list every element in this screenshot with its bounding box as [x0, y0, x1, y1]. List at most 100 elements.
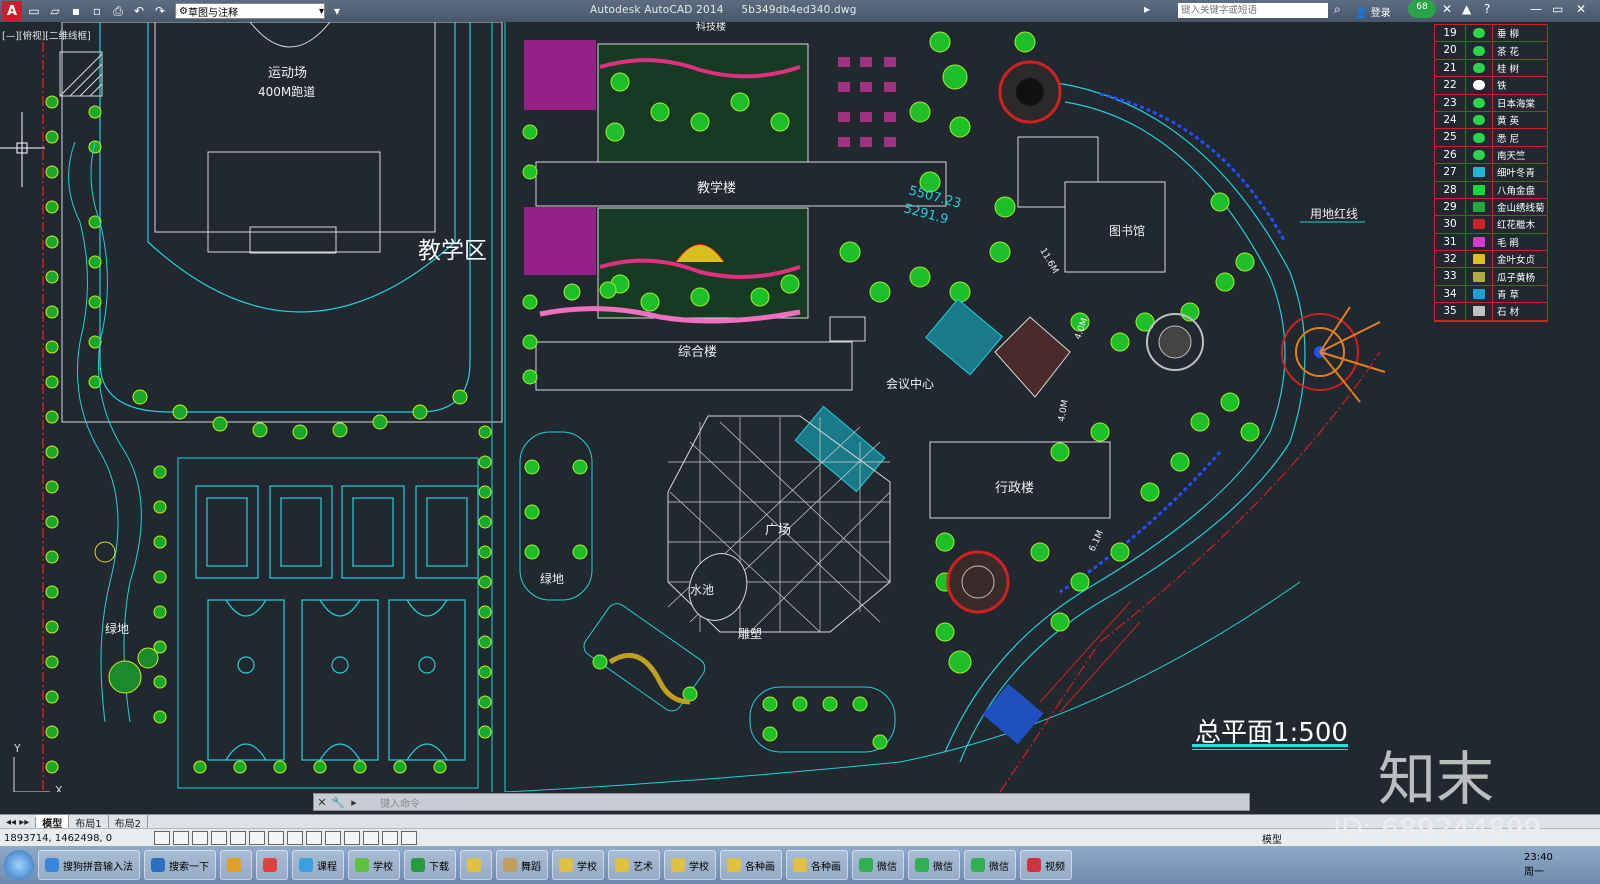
taskbar-item[interactable]: 学校	[552, 850, 604, 880]
taskbar-item-label: 舞蹈	[521, 861, 541, 873]
taskbar-item[interactable]: 艺术	[608, 850, 660, 880]
legend-symbol-icon	[1466, 94, 1493, 111]
command-input[interactable]: 键入命令	[380, 795, 420, 810]
legend-row: 35 石 材	[1435, 303, 1547, 321]
taskbar-item[interactable]	[460, 850, 492, 880]
app-icon	[1027, 858, 1041, 872]
taskbar-item[interactable]: 学校	[348, 850, 400, 880]
taskbar-item[interactable]: 课程	[292, 850, 344, 880]
taskbar-item[interactable]: 学校	[664, 850, 716, 880]
taskbar-item[interactable]: 搜狗拼音输入法	[38, 850, 140, 880]
legend-symbol-icon	[1466, 251, 1493, 268]
search-icon[interactable]: ⌕	[1334, 2, 1341, 17]
quick-props-icon[interactable]	[363, 831, 379, 845]
grid-icon[interactable]	[173, 831, 189, 845]
legend-label: 红花檵木	[1497, 220, 1536, 232]
taskbar-item[interactable]: 各种画	[720, 850, 782, 880]
minimize-icon[interactable]: —	[1530, 2, 1542, 16]
taskbar-item[interactable]: 各种画	[786, 850, 848, 880]
taskbar-item-label: 各种画	[745, 861, 775, 873]
legend-symbol-icon	[1466, 42, 1493, 59]
legend-symbol-icon	[1466, 77, 1493, 94]
label-sports-field: 运动场	[268, 66, 307, 81]
help-icon[interactable]: ?	[1484, 2, 1490, 16]
legend-label: 铁	[1497, 81, 1507, 93]
legend-row: 30 红花檵木	[1435, 216, 1547, 234]
title-underline	[1192, 744, 1348, 747]
legend-row: 33 瓜子黄杨	[1435, 268, 1547, 286]
legend-row: 21 桂 树	[1435, 59, 1547, 78]
nav-arrows-icon[interactable]: ◂◂ ▸▸	[0, 816, 37, 828]
taskbar-item[interactable]: 微信	[908, 850, 960, 880]
workspace-select[interactable]: ⚙ 草图与注释 ▾	[175, 3, 325, 19]
annotation-monitor-icon[interactable]	[401, 831, 417, 845]
gear-icon: ⚙	[179, 5, 188, 17]
close-command-icon[interactable]: ✕	[314, 796, 330, 809]
redo-icon[interactable]: ↷	[151, 3, 169, 19]
otrack-icon[interactable]	[268, 831, 284, 845]
close-icon[interactable]: ✕	[1576, 2, 1586, 16]
legend-number: 33	[1435, 268, 1466, 285]
drawing-canvas[interactable]: Y X 运动场 400M跑道 教学区 科技楼 教学楼 综合楼 会议中心 图书馆 …	[0, 22, 1600, 792]
transparency-icon[interactable]	[344, 831, 360, 845]
wrench-icon[interactable]: 🔧	[330, 796, 346, 809]
taskbar-item[interactable]: 视频	[1020, 850, 1072, 880]
app-icon	[727, 858, 741, 872]
snap-icon[interactable]	[154, 831, 170, 845]
exchange-icon[interactable]: ✕	[1442, 2, 1452, 16]
taskbar-item[interactable]: 微信	[852, 850, 904, 880]
legend-row: 25 悉 尼	[1435, 129, 1547, 147]
autocad-logo-icon[interactable]: A	[2, 1, 22, 21]
legend-symbol-icon	[1466, 198, 1493, 216]
dyn-icon[interactable]	[306, 831, 322, 845]
ducs-icon[interactable]	[287, 831, 303, 845]
3d-osnap-icon[interactable]	[249, 831, 265, 845]
login-button[interactable]: 👤 登录	[1355, 4, 1391, 19]
open-file-icon[interactable]: ▱	[46, 3, 64, 19]
legend-symbol-icon	[1466, 25, 1493, 42]
taskbar-item-label: 微信	[933, 861, 953, 873]
legend-row: 26 南天竺	[1435, 146, 1547, 165]
label-boundary-line: 用地红线	[1310, 206, 1358, 221]
save-icon[interactable]: ▪	[67, 3, 85, 19]
maximize-icon[interactable]: ▭	[1552, 2, 1563, 16]
legend-number: 31	[1435, 233, 1466, 251]
ortho-icon[interactable]	[192, 831, 208, 845]
notification-badge[interactable]: 68	[1408, 0, 1436, 18]
undo-icon[interactable]: ↶	[130, 3, 148, 19]
plant-legend-table: 19 垂 柳 20 茶 花 21 桂 树 22 铁 23 日本海棠 24 黄 英 25 悉 尼 26 南天竺 2…	[1434, 24, 1548, 322]
taskbar-item[interactable]: 微信	[964, 850, 1016, 880]
taskbar-item[interactable]	[256, 850, 288, 880]
selection-cycling-icon[interactable]	[382, 831, 398, 845]
svg-text:Y: Y	[13, 742, 21, 755]
viewport-label[interactable]: [—][俯视][二维线框]	[2, 28, 91, 42]
search-arrow-icon[interactable]: ▸	[1144, 2, 1150, 16]
legend-label: 瓜子黄杨	[1497, 272, 1536, 284]
app-icon	[299, 858, 313, 872]
command-line[interactable]: ✕ 🔧 ▸ 键入命令	[313, 793, 1250, 811]
polar-icon[interactable]	[211, 831, 227, 845]
legend-number: 24	[1435, 111, 1466, 129]
lineweight-icon[interactable]	[325, 831, 341, 845]
legend-row: 28 八角金盘	[1435, 181, 1547, 199]
customize-dropdown-icon[interactable]: ▾	[328, 3, 346, 19]
taskbar-item[interactable]	[220, 850, 252, 880]
taskbar-item[interactable]: 舞蹈	[496, 850, 548, 880]
model-space-label[interactable]: 模型	[1262, 831, 1282, 846]
legend-number: 34	[1435, 285, 1466, 303]
legend-number: 25	[1435, 129, 1466, 146]
legend-number: 29	[1435, 198, 1466, 216]
start-button[interactable]	[4, 850, 34, 880]
taskbar-item[interactable]: 下载	[404, 850, 456, 880]
taskbar-item[interactable]: 搜索一下	[144, 850, 216, 880]
title-underline-thin	[1192, 749, 1348, 750]
print-icon[interactable]: ⎙	[109, 3, 127, 19]
save-as-icon[interactable]: ▫	[88, 3, 106, 19]
svg-text:X: X	[55, 784, 63, 792]
new-file-icon[interactable]: ▭	[25, 3, 43, 19]
search-input[interactable]: 键入关键字或短语	[1178, 3, 1328, 18]
label-teaching-zone: 教学区	[418, 238, 487, 264]
taskbar-item-label: 艺术	[633, 861, 653, 873]
osnap-icon[interactable]	[230, 831, 246, 845]
triangle-icon[interactable]: ▲	[1462, 2, 1471, 16]
